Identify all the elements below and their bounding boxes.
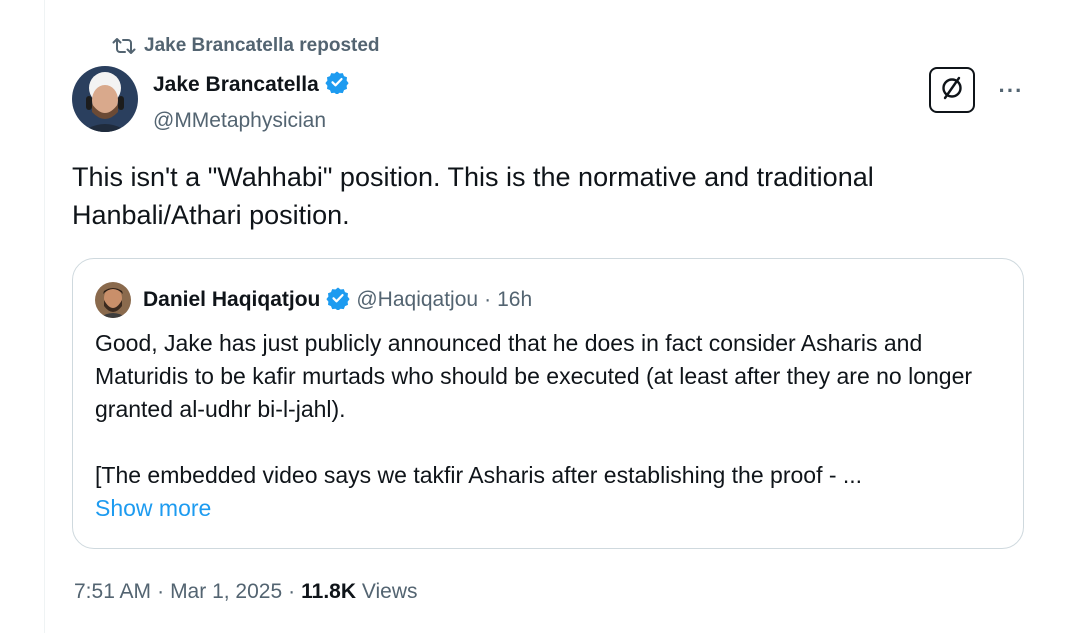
quoted-author-avatar[interactable]	[95, 282, 131, 318]
grok-button[interactable]	[929, 67, 975, 113]
tweet-text: This isn't a "Wahhabi" position. This is…	[72, 162, 874, 230]
author-handle[interactable]: @MMetaphysician	[153, 108, 349, 134]
tweet-time[interactable]: 7:51 AM	[74, 580, 151, 604]
author-info: Jake Brancatella @MMetaphysician	[153, 70, 349, 134]
quoted-tweet-header: Daniel Haqiqatjou @Haqiqatjou · 16h	[95, 282, 532, 318]
author-avatar[interactable]	[72, 66, 138, 132]
views-label: Views	[361, 580, 418, 603]
quoted-author-handle: @Haqiqatjou	[356, 288, 479, 311]
verified-badge-icon[interactable]	[325, 70, 349, 99]
quoted-author-name[interactable]: Daniel Haqiqatjou	[143, 288, 320, 312]
quoted-timestamp[interactable]: 16h	[497, 288, 532, 312]
meta-separator: ·	[157, 580, 165, 603]
quoted-tweet-text: Good, Jake has just publicly announced t…	[95, 330, 973, 488]
tweet-date[interactable]: Mar 1, 2025	[170, 580, 282, 604]
more-options-button[interactable]: ···	[996, 76, 1026, 106]
tweet-metadata: 7:51 AM · Mar 1, 2025 · 11.8K Views	[74, 580, 418, 604]
quoted-separator: ·	[484, 288, 492, 311]
author-display-name[interactable]: Jake Brancatella	[153, 72, 319, 98]
more-horizontal-icon: ···	[998, 78, 1024, 103]
repost-icon	[112, 36, 136, 56]
show-more-link[interactable]: Show more	[95, 495, 211, 522]
repost-context[interactable]: Jake Brancatella reposted	[112, 34, 380, 58]
quoted-tweet-card[interactable]: Daniel Haqiqatjou @Haqiqatjou · 16h Good…	[72, 258, 1024, 549]
repost-label: Jake Brancatella reposted	[144, 35, 380, 56]
meta-separator: ·	[288, 580, 296, 603]
timeline-divider	[44, 0, 45, 633]
quoted-verified-badge-icon	[326, 286, 350, 315]
grok-icon	[938, 74, 966, 107]
views-count: 11.8K	[301, 580, 357, 603]
